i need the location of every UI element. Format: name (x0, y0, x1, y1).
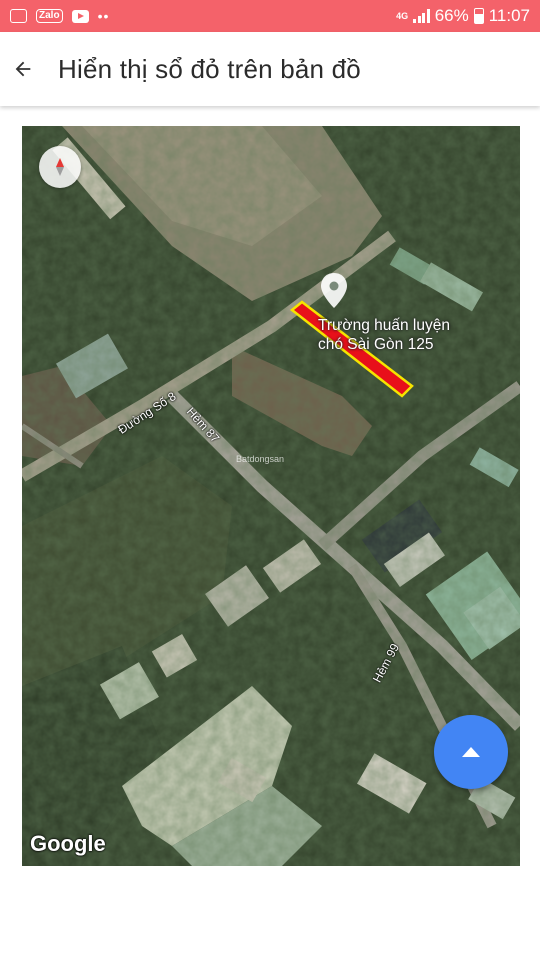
poi-label-line2: chó Sài Gòn 125 (318, 336, 434, 353)
zalo-icon: Zalo (36, 9, 63, 23)
page-title: Hiển thị sổ đỏ trên bản đồ (58, 53, 361, 84)
youtube-icon (71, 9, 89, 23)
watermark: Batdongsan (236, 454, 285, 464)
network-type: 4G (396, 10, 409, 21)
status-right-icons: 4G 66% 11:07 (396, 6, 530, 26)
arrow-left-icon (15, 61, 31, 77)
clock: 11:07 (488, 6, 530, 25)
battery-percent: 66% (434, 6, 469, 25)
status-bar: Zalo •• 4G 66% 11:07 (0, 0, 540, 32)
gallery-icon (10, 9, 27, 23)
compass-button[interactable] (39, 146, 81, 188)
compass-icon (56, 158, 64, 176)
back-button[interactable] (0, 32, 46, 106)
poi-label[interactable]: Trường huấn luyện chó Sài Gòn 125 (318, 316, 450, 354)
signal-icon (413, 9, 430, 23)
scroll-up-button[interactable] (434, 715, 508, 789)
caret-up-icon (462, 747, 480, 757)
app-bar: Hiển thị sổ đỏ trên bản đồ (0, 32, 540, 106)
more-dots-icon: •• (97, 8, 110, 24)
status-left-icons: Zalo •• (10, 9, 109, 23)
battery-icon (473, 8, 484, 24)
poi-label-line1: Trường huấn luyện (318, 317, 450, 334)
google-attribution: Google (30, 831, 106, 856)
